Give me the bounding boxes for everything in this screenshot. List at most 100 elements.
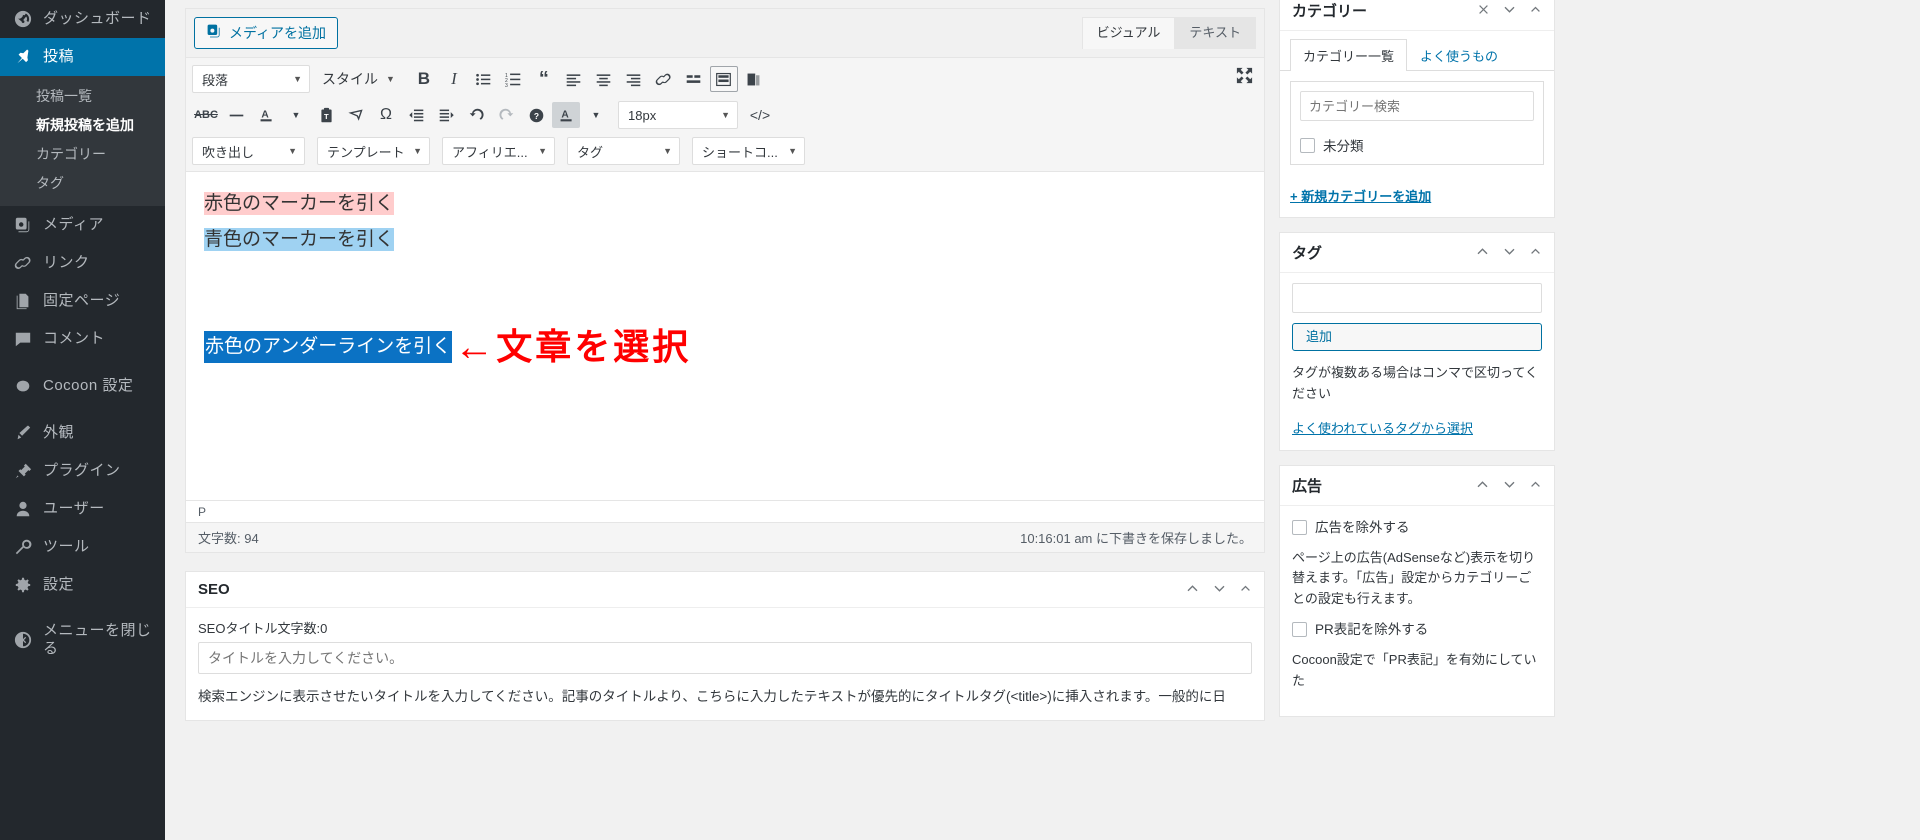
sidebar-item-cocoon-settings[interactable]: Cocoon 設定 [0,367,165,405]
align-center-button[interactable] [590,66,618,92]
move-down-icon[interactable] [1502,477,1517,494]
add-tag-button[interactable]: 追加 [1292,323,1542,351]
sidebar-item-pages[interactable]: 固定ページ [0,282,165,320]
sidebar-item-plugins[interactable]: プラグイン [0,452,165,490]
seo-description: 検索エンジンに表示させたいタイトルを入力してください。記事のタイトルより、こちら… [198,689,1226,704]
sidebar-item-settings[interactable]: 設定 [0,566,165,604]
appearance-icon [13,423,33,443]
red-marker-text: 赤色のマーカーを引く [204,192,395,215]
keyboard-shortcuts-button[interactable]: ? [522,102,550,128]
move-up-icon[interactable] [1185,581,1200,598]
strikethrough-button[interactable]: ABC [192,102,220,128]
style-select[interactable]: スタイル ▼ [318,65,402,93]
indent-button[interactable] [432,102,460,128]
format-select[interactable]: 段落 ▼ [192,65,310,93]
admin-body: メディアを追加 ビジュアル テキスト 段落 ▼ スタイル ▼ B I 1 2 3… [165,0,1920,840]
tag-input[interactable] [1292,283,1542,313]
bold-button[interactable]: B [410,66,438,92]
bullet-list-button[interactable] [470,66,498,92]
fullscreen-button[interactable] [1235,66,1254,90]
ad-box-handles [1475,477,1542,494]
duplicate-button[interactable] [740,66,768,92]
sidebar-item-appearance[interactable]: 外観 [0,414,165,452]
tab-text[interactable]: テキスト [1174,17,1256,49]
add-new-category-link[interactable]: + 新規カテゴリーを追加 [1290,186,1431,205]
sidebar-item-tools[interactable]: ツール [0,528,165,566]
collapse-icon [13,630,33,650]
exclude-pr-row[interactable]: PR表記を除外する [1292,621,1542,638]
sidebar-item-posts[interactable]: 投稿 [0,38,173,76]
blockquote-button[interactable]: “ [530,66,558,92]
toggle-panel-icon[interactable] [1529,478,1542,493]
move-down-icon[interactable] [1212,581,1227,598]
exclude-ads-label: 広告を除外する [1315,519,1410,535]
background-color-dropdown[interactable]: ▼ [582,102,610,128]
admin-sidebar: ダッシュボード 投稿 投稿一覧 新規投稿を追加 カテゴリー タグ メディア リン… [0,0,173,840]
read-more-button[interactable] [680,66,708,92]
sidebar-item-label: メニューを閉じる [43,622,152,657]
sidebar-item-comments[interactable]: コメント [0,320,165,358]
tab-visual[interactable]: ビジュアル [1081,17,1176,49]
source-code-button[interactable]: </> [746,102,774,128]
clear-formatting-button[interactable] [342,102,370,128]
redo-button[interactable] [492,102,520,128]
close-icon[interactable] [1477,3,1490,18]
tag-select[interactable]: タグ ▼ [567,137,680,165]
template-select[interactable]: テンプレート ▼ [317,137,430,165]
move-down-icon[interactable] [1502,2,1517,19]
toggle-panel-icon[interactable] [1529,245,1542,260]
paste-as-text-button[interactable]: T [312,102,340,128]
text-color-dropdown[interactable]: ▼ [282,102,310,128]
outdent-button[interactable] [402,102,430,128]
background-color-button[interactable]: A [552,102,580,128]
category-item-uncategorized[interactable]: 未分類 [1300,135,1534,155]
numbered-list-button[interactable]: 123 [500,66,528,92]
tag-help-text: タグが複数ある場合はコンマで区切ってください [1292,365,1538,401]
move-up-icon[interactable] [1529,3,1542,18]
toggle-panel-icon[interactable] [1239,582,1252,597]
sidebar-item-collapse-menu[interactable]: メニューを閉じる [0,613,165,667]
chevron-down-icon: ▼ [293,74,302,84]
align-left-button[interactable] [560,66,588,92]
font-size-select[interactable]: 18px ▼ [618,101,738,129]
special-character-button[interactable]: Ω [372,102,400,128]
editor-container: メディアを追加 ビジュアル テキスト 段落 ▼ スタイル ▼ B I 1 2 3… [185,8,1265,553]
seo-title-input[interactable] [198,642,1252,674]
posts-submenu: 投稿一覧 新規投稿を追加 カテゴリー タグ [0,76,165,206]
text-color-button[interactable]: A [252,102,280,128]
sidebar-item-dashboard[interactable]: ダッシュボード [0,0,165,38]
toolbar-toggle-button[interactable] [709,66,738,92]
sidebar-item-label: 設定 [43,576,75,593]
balloon-select[interactable]: 吹き出し ▼ [192,137,305,165]
category-search-input[interactable] [1300,91,1534,121]
sidebar-subitem-categories[interactable]: カテゴリー [0,140,165,169]
checkbox-icon[interactable] [1300,137,1315,153]
shortcode-select[interactable]: ショートコ... ▼ [692,137,805,165]
sidebar-subitem-add-new[interactable]: 新規投稿を追加 [0,111,165,140]
sidebar-item-media[interactable]: メディア [0,206,165,244]
add-media-button[interactable]: メディアを追加 [194,17,339,49]
affiliate-select[interactable]: アフィリエ... ▼ [442,137,555,165]
seo-postbox-header: SEO [186,572,1264,608]
move-down-icon[interactable] [1502,244,1517,261]
undo-button[interactable] [462,102,490,128]
page-icon [13,291,33,311]
align-right-button[interactable] [620,66,648,92]
sidebar-subitem-tags[interactable]: タグ [0,169,165,198]
tab-most-used[interactable]: よく使うもの [1407,39,1511,71]
move-up-icon[interactable] [1475,477,1490,494]
move-up-icon[interactable] [1475,244,1490,261]
checkbox-icon[interactable] [1292,621,1307,637]
horizontal-rule-button[interactable] [222,102,250,128]
insert-link-button[interactable] [650,66,678,92]
editor-element-path: P [186,500,1264,522]
checkbox-icon[interactable] [1292,519,1307,535]
choose-from-popular-tags-link[interactable]: よく使われているタグから選択 [1292,418,1473,437]
sidebar-subitem-all-posts[interactable]: 投稿一覧 [0,82,165,111]
tab-all-categories[interactable]: カテゴリー一覧 [1290,39,1408,71]
sidebar-item-links[interactable]: リンク [0,244,165,282]
sidebar-item-users[interactable]: ユーザー [0,490,165,528]
editor-content-area[interactable]: 赤色のマーカーを引く 青色のマーカーを引く 赤色のアンダーラインを引く ← 文章… [186,172,1264,500]
italic-button[interactable]: I [440,66,468,92]
exclude-ads-row[interactable]: 広告を除外する [1292,519,1542,536]
